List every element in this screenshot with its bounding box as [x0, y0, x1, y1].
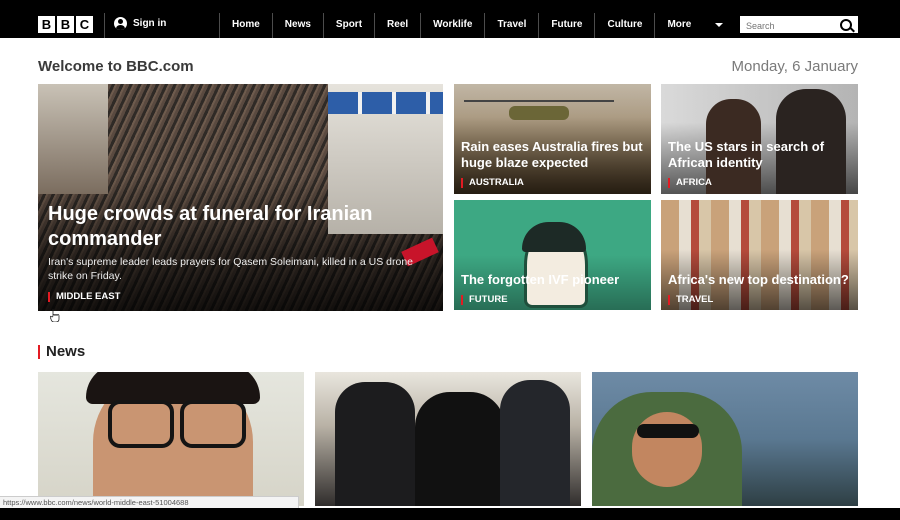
story-image	[509, 106, 569, 120]
main-nav: Home News Sport Reel Worklife Travel Fut…	[219, 13, 727, 38]
story-headline[interactable]: The US stars in search of African identi…	[668, 139, 853, 171]
news-image	[180, 400, 246, 448]
news-image	[500, 380, 570, 506]
nav-sport[interactable]: Sport	[322, 13, 374, 38]
bbc-logo[interactable]: B B C	[38, 16, 93, 33]
news-image	[335, 382, 415, 506]
story-card[interactable]: The US stars in search of African identi…	[661, 84, 858, 194]
story-image	[464, 100, 614, 102]
logo-letter: B	[38, 16, 55, 33]
hero-story[interactable]: Huge crowds at funeral for Iranian comma…	[38, 84, 443, 311]
story-card[interactable]: Rain eases Australia fires but huge blaz…	[454, 84, 651, 194]
nav-reel[interactable]: Reel	[374, 13, 420, 38]
story-headline[interactable]: Africa's new top destination?	[668, 272, 853, 288]
sign-in-link[interactable]: Sign in	[114, 17, 166, 30]
nav-worklife[interactable]: Worklife	[420, 13, 484, 38]
logo-letter: B	[57, 16, 74, 33]
nav-home[interactable]: Home	[219, 13, 272, 38]
hand-cursor-icon	[50, 309, 60, 322]
story-headline[interactable]: Rain eases Australia fires but huge blaz…	[461, 139, 646, 171]
top-navigation-bar: B B C Sign in Home News Sport Reel Workl…	[0, 0, 900, 38]
story-tag[interactable]: TRAVEL	[668, 295, 713, 305]
story-tag[interactable]: FUTURE	[461, 295, 508, 305]
story-headline[interactable]: The forgotten IVF pioneer	[461, 272, 646, 288]
hero-image-building	[38, 84, 108, 194]
nav-culture[interactable]: Culture	[594, 13, 654, 38]
sign-in-label: Sign in	[133, 18, 167, 29]
story-card[interactable]: Africa's new top destination? TRAVEL	[661, 200, 858, 310]
logo-letter: C	[76, 16, 93, 33]
date-label: Monday, 6 January	[731, 58, 858, 75]
hero-tag[interactable]: MIDDLE EAST	[48, 292, 120, 302]
bottom-bar	[0, 508, 900, 520]
news-image	[415, 392, 505, 506]
search-icon[interactable]	[840, 19, 852, 31]
story-card[interactable]: The forgotten IVF pioneer FUTURE	[454, 200, 651, 310]
news-card[interactable]	[592, 372, 858, 506]
divider	[104, 13, 105, 38]
nav-news[interactable]: News	[271, 13, 323, 38]
news-image	[637, 424, 699, 438]
user-icon	[114, 17, 127, 30]
page-title: Welcome to BBC.com	[38, 58, 194, 75]
news-section-heading[interactable]: News	[38, 344, 85, 359]
news-card[interactable]	[315, 372, 581, 506]
story-tag[interactable]: AUSTRALIA	[461, 178, 524, 188]
search-box[interactable]	[740, 16, 858, 33]
nav-travel[interactable]: Travel	[484, 13, 538, 38]
story-image	[522, 222, 586, 252]
hero-summary: Iran's supreme leader leads prayers for …	[48, 256, 414, 282]
nav-future[interactable]: Future	[538, 13, 594, 38]
hero-headline[interactable]: Huge crowds at funeral for Iranian comma…	[48, 202, 378, 252]
news-card[interactable]	[38, 372, 304, 506]
search-input[interactable]	[744, 18, 840, 33]
story-tag[interactable]: AFRICA	[668, 178, 712, 188]
nav-more[interactable]: More	[654, 13, 727, 38]
news-image	[108, 400, 174, 448]
